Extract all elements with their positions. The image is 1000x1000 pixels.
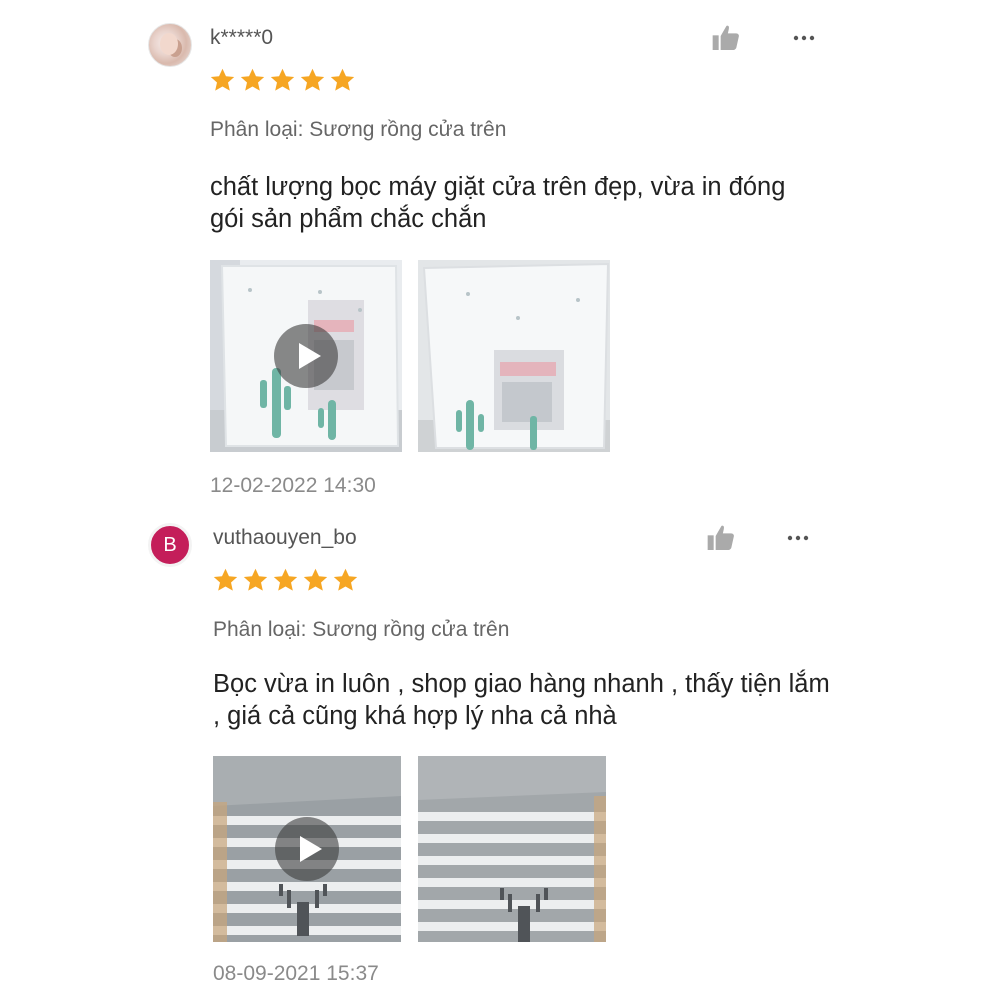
play-icon[interactable]	[275, 817, 339, 881]
avatar-photo	[160, 33, 178, 55]
star-icon	[270, 68, 295, 91]
star-icon	[243, 568, 268, 591]
avatar-letter: B	[163, 534, 177, 556]
review-image-thumbnail[interactable]	[418, 260, 610, 452]
reviewer-username: k*****0	[210, 26, 274, 49]
review-text: chất lượng bọc máy giặt cửa trên đẹp, vừ…	[210, 173, 786, 233]
video-overlay[interactable]	[210, 260, 402, 452]
review-text: Bọc vừa in luôn , shop giao hàng nhanh ,…	[213, 670, 830, 730]
star-icon	[333, 568, 358, 591]
review-image-thumbnail[interactable]	[418, 756, 606, 942]
star-icon	[273, 568, 298, 591]
star-rating	[212, 567, 359, 594]
star-icon	[330, 68, 355, 91]
play-icon[interactable]	[274, 324, 338, 388]
thumbs-up-icon[interactable]	[710, 22, 742, 54]
star-icon	[303, 568, 328, 591]
star-icon	[213, 568, 238, 591]
star-rating	[209, 67, 356, 94]
review-list: k*****0 Phân loại: Sương rồng cửa trên c…	[0, 0, 1000, 1000]
product-variant: Phân loại: Sương rồng cửa trên	[210, 118, 507, 141]
video-overlay[interactable]	[213, 756, 401, 942]
review-timestamp: 08-09-2021 15:37	[213, 962, 379, 985]
thumbs-up-icon[interactable]	[705, 522, 737, 554]
product-variant: Phân loại: Sương rồng cửa trên	[213, 618, 510, 641]
star-icon	[240, 68, 265, 91]
star-icon	[300, 68, 325, 91]
more-options-icon[interactable]	[791, 22, 817, 54]
more-options-icon[interactable]	[785, 522, 811, 554]
reviewer-username: vuthaouyen_bo	[213, 526, 357, 549]
review-timestamp: 12-02-2022 14:30	[210, 474, 376, 497]
user-avatar[interactable]: B	[148, 523, 192, 567]
user-avatar[interactable]	[148, 23, 192, 67]
star-icon	[210, 68, 235, 91]
